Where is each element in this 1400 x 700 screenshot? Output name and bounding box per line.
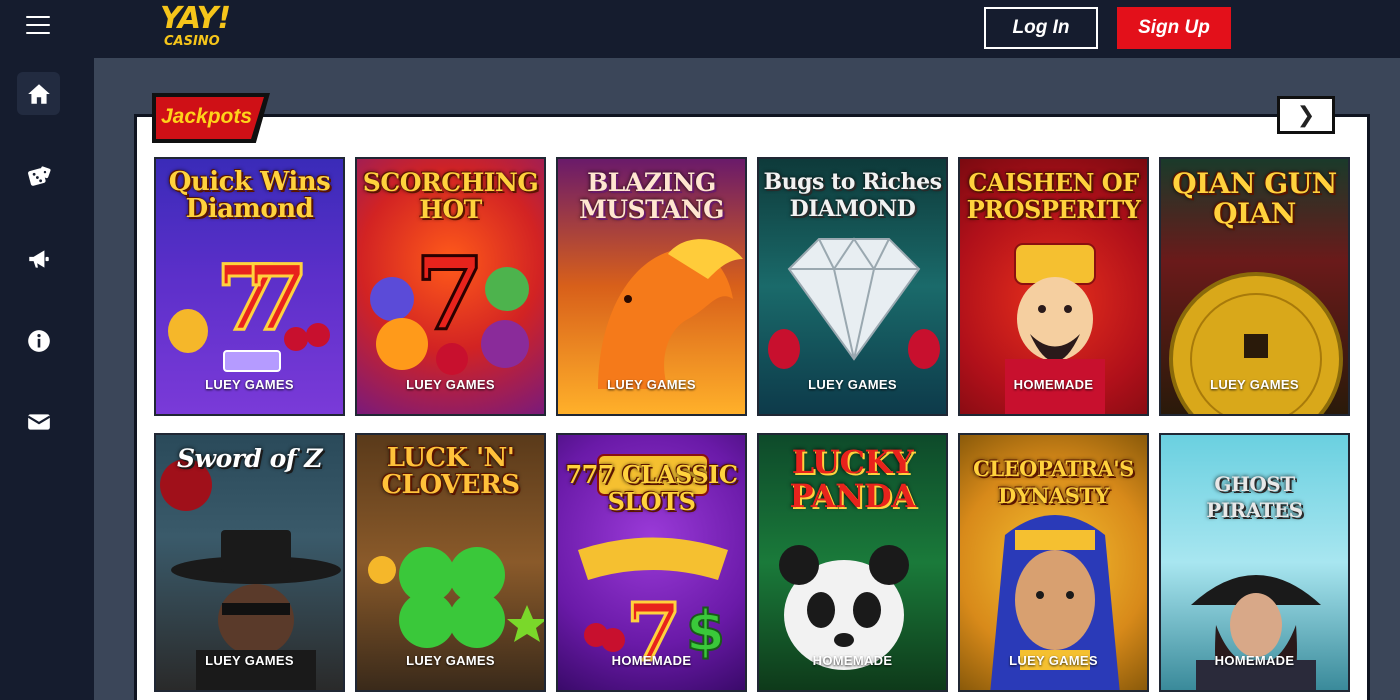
game-provider: LUEY GAMES	[205, 653, 294, 668]
game-title: Bugs to Riches DIAMOND	[763, 169, 942, 222]
hamburger-menu-icon[interactable]	[26, 16, 50, 36]
section-title-tag: Jackpots	[152, 93, 270, 143]
game-title: LUCK 'N' CLOVERS	[381, 443, 520, 500]
game-provider: LUEY GAMES	[205, 377, 294, 392]
home-icon	[27, 83, 50, 104]
signup-button[interactable]: Sign Up	[1117, 7, 1231, 49]
game-tile-cleopatras-dynasty[interactable]: CLEOPATRA'S DYNASTY LUEY GAMES	[958, 433, 1149, 692]
game-tile-sword-of-z[interactable]: Sword of Z LUEY GAMES	[154, 433, 345, 692]
megaphone-icon	[28, 249, 49, 268]
game-tile-quick-wins-diamond[interactable]: 7 7 Quick Wins Diamond LUEY GAMES	[154, 157, 345, 416]
game-tile-qian-gun-qian[interactable]: QIAN GUN QIAN LUEY GAMES	[1159, 157, 1350, 416]
info-icon	[27, 329, 50, 352]
game-title: QIAN GUN QIAN	[1172, 167, 1337, 230]
game-provider: LUEY GAMES	[1210, 377, 1299, 392]
game-provider: HOMEMADE	[812, 653, 893, 668]
game-tile-blazing-mustang[interactable]: BLAZING MUSTANG LUEY GAMES	[556, 157, 747, 416]
game-title: LUCKY PANDA	[789, 443, 916, 515]
game-title: Quick Wins Diamond	[168, 167, 331, 224]
game-title: SCORCHING HOT	[362, 168, 539, 224]
dice-icon	[27, 165, 51, 186]
game-title: BLAZING MUSTANG	[579, 168, 724, 224]
game-provider: LUEY GAMES	[1009, 653, 1098, 668]
carousel-next-button[interactable]: ❯	[1277, 96, 1335, 134]
game-title: CAISHEN OF PROSPERITY	[966, 168, 1141, 224]
game-tile-luck-n-clovers[interactable]: LUCK 'N' CLOVERS LUEY GAMES	[355, 433, 546, 692]
sidebar-item-info[interactable]	[17, 319, 60, 362]
game-tile-lucky-panda[interactable]: LUCKY PANDA HOMEMADE	[757, 433, 948, 692]
game-tile-classic-slots[interactable]: 7 $ 777 CLASSIC SLOTS HOMEMADE	[556, 433, 747, 692]
game-title: CLEOPATRA'S DYNASTY	[973, 456, 1134, 508]
game-tile-scorching-hot[interactable]: 7 SCORCHING HOT LUEY GAMES	[355, 157, 546, 416]
mail-icon	[27, 413, 50, 430]
section-title: Jackpots	[161, 105, 253, 128]
game-provider: LUEY GAMES	[808, 377, 897, 392]
game-provider: LUEY GAMES	[406, 653, 495, 668]
game-provider: HOMEMADE	[1214, 653, 1295, 668]
top-bar: YAY! CASINO Log In Sign Up	[0, 0, 1400, 58]
game-tile-ghost-pirates[interactable]: GHOST PIRATES HOMEMADE	[1159, 433, 1350, 692]
game-provider: HOMEMADE	[1013, 377, 1094, 392]
sidebar-item-contact[interactable]	[17, 400, 60, 443]
sidebar-item-home[interactable]	[17, 72, 60, 115]
game-artwork	[156, 435, 343, 690]
game-title: Sword of Z	[177, 444, 323, 473]
yay-casino-logo[interactable]: YAY! CASINO	[160, 4, 246, 54]
game-title: 777 CLASSIC SLOTS	[565, 460, 738, 516]
game-tile-bugs-to-riches-diamond[interactable]: Bugs to Riches DIAMOND LUEY GAMES	[757, 157, 948, 416]
game-title: GHOST PIRATES	[1206, 472, 1303, 522]
sidebar-item-games[interactable]	[17, 155, 60, 198]
game-tile-caishen-of-prosperity[interactable]: CAISHEN OF PROSPERITY HOMEMADE	[958, 157, 1149, 416]
game-provider: LUEY GAMES	[607, 377, 696, 392]
sidebar	[0, 58, 94, 700]
game-provider: LUEY GAMES	[406, 377, 495, 392]
sidebar-item-promotions[interactable]	[17, 237, 60, 280]
game-provider: HOMEMADE	[611, 653, 692, 668]
login-button[interactable]: Log In	[984, 7, 1098, 49]
